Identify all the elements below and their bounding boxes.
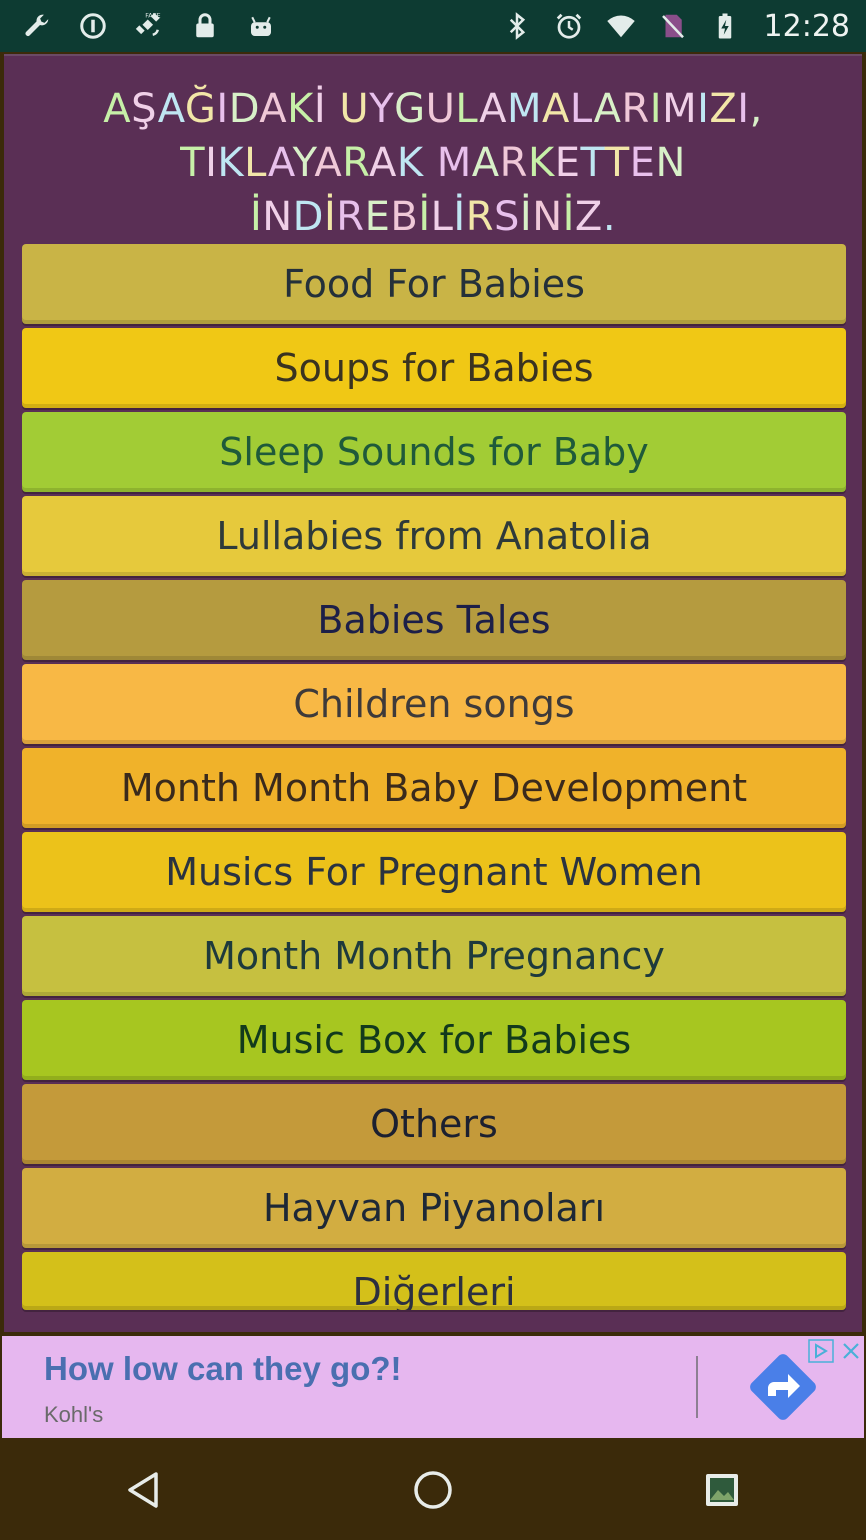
home-icon[interactable] (393, 1450, 473, 1530)
header-line-1: AŞAĞIDAKİ UYGULAMALARIMIZI, (103, 86, 763, 132)
app-button-label: Sleep Sounds for Baby (219, 430, 649, 474)
ad-close-icon[interactable] (838, 1338, 864, 1364)
lock-icon (188, 9, 222, 43)
app-button-label: Music Box for Babies (236, 1018, 632, 1062)
header-line-2: TIKLAYARAK MARKETTEN (180, 140, 686, 186)
app-button-digerleri[interactable]: Diğerleri (22, 1252, 846, 1310)
app-button-label: Soups for Babies (274, 346, 594, 390)
app-button-music-box-for-babies[interactable]: Music Box for Babies (22, 1000, 846, 1080)
back-icon[interactable] (104, 1450, 184, 1530)
app-button-label: Musics For Pregnant Women (165, 850, 703, 894)
panel-header: AŞAĞIDAKİ UYGULAMALARIMIZI, TIKLAYARAK M… (4, 82, 862, 244)
app-button-label: Month Month Baby Development (120, 766, 748, 810)
alarm-clock-icon (552, 9, 586, 43)
app-button-musics-for-pregnant-women[interactable]: Musics For Pregnant Women (22, 832, 846, 912)
app-button-children-songs[interactable]: Children songs (22, 664, 846, 744)
status-left-icons: FAKE (0, 9, 278, 43)
app-button-sleep-sounds-for-baby[interactable]: Sleep Sounds for Baby (22, 412, 846, 492)
apps-panel: AŞAĞIDAKİ UYGULAMALARIMIZI, TIKLAYARAK M… (4, 54, 862, 1332)
wifi-icon (604, 9, 638, 43)
svg-text:FAKE: FAKE (145, 12, 160, 19)
fake-gps-satellite-icon: FAKE (132, 9, 166, 43)
app-button-babies-tales[interactable]: Babies Tales (22, 580, 846, 660)
app-button-label: Others (370, 1102, 498, 1146)
app-button-food-for-babies[interactable]: Food For Babies (22, 244, 846, 324)
bluetooth-icon (500, 9, 534, 43)
battery-charging-icon (708, 9, 742, 43)
app-button-month-month-baby-development[interactable]: Month Month Baby Development (22, 748, 846, 828)
info-circle-icon (76, 9, 110, 43)
ad-divider (696, 1356, 698, 1418)
ad-source: Kohl's (44, 1402, 104, 1427)
app-button-label: Diğerleri (352, 1270, 516, 1310)
app-button-label: Hayvan Piyanoları (262, 1186, 606, 1230)
app-button-label: Lullabies from Anatolia (216, 514, 652, 558)
app-button-others[interactable]: Others (22, 1084, 846, 1164)
app-button-label: Babies Tales (317, 598, 551, 642)
recents-icon[interactable] (682, 1450, 762, 1530)
ad-banner[interactable]: How low can they go?! Kohl's (2, 1336, 864, 1438)
wrench-icon (20, 9, 54, 43)
app-list: Food For Babies Soups for Babies Sleep S… (22, 244, 846, 1314)
app-button-soups-for-babies[interactable]: Soups for Babies (22, 328, 846, 408)
app-button-label: Month Month Pregnancy (203, 934, 665, 978)
navigation-bar (0, 1440, 866, 1540)
status-time: 12:28 (763, 8, 850, 44)
ad-choices-icon[interactable] (806, 1338, 836, 1364)
header-line-3: İNDİREBİLİRSİNİZ. (249, 194, 617, 240)
android-icon (244, 9, 278, 43)
app-button-lullabies-from-anatolia[interactable]: Lullabies from Anatolia (22, 496, 846, 576)
status-bar: FAKE 12:28 (0, 0, 866, 52)
no-sim-icon (656, 9, 690, 43)
app-button-month-month-pregnancy[interactable]: Month Month Pregnancy (22, 916, 846, 996)
app-button-label: Children songs (293, 682, 575, 726)
app-button-label: Food For Babies (283, 262, 585, 306)
app-button-hayvan-piyanolari[interactable]: Hayvan Piyanoları (22, 1168, 846, 1248)
ad-headline[interactable]: How low can they go?! (44, 1350, 402, 1388)
status-right-icons: 12:28 (500, 9, 866, 44)
